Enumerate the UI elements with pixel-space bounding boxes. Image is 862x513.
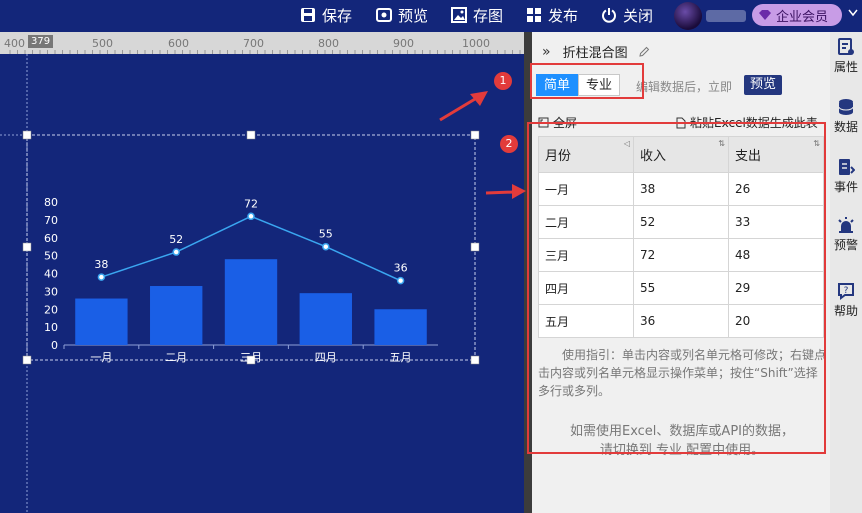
bar: [75, 298, 128, 345]
ruler-mark: 600: [168, 37, 189, 50]
side-item-label: 数据: [833, 120, 858, 134]
x-tick-label: 四月: [315, 351, 337, 364]
membership-label: 企业会员: [776, 9, 829, 25]
y-tick-label: 20: [44, 303, 58, 316]
panel-preview-button[interactable]: 预览: [744, 75, 783, 95]
x-tick-label: 三月: [240, 351, 262, 364]
line-point: [247, 212, 255, 221]
preview-label: 预览: [398, 6, 429, 25]
collapse-icon[interactable]: »: [542, 44, 551, 60]
data-label: 38: [94, 258, 108, 271]
save-label: 保存: [322, 6, 353, 25]
arrow-icon: [439, 91, 488, 122]
annotation-badge: 2: [500, 135, 518, 153]
edit-icon[interactable]: [638, 46, 650, 58]
y-tick-label: 80: [44, 196, 58, 209]
preview-button[interactable]: 预览: [376, 4, 428, 26]
save-icon: [301, 8, 315, 22]
power-icon: [602, 8, 616, 23]
highlight-data-table: [527, 122, 826, 454]
data-label: 36: [394, 262, 408, 275]
username-blurred: [706, 10, 746, 22]
side-item-label: 预警: [833, 238, 858, 252]
ruler-mark: 1000: [462, 37, 490, 50]
side-item-label: 属性: [833, 60, 858, 74]
y-tick-label: 30: [44, 285, 58, 298]
events-icon: [839, 159, 855, 175]
annotation-badge: 1: [494, 72, 512, 90]
ruler-position: 379: [28, 35, 54, 48]
edit-hint: 编辑数据后，立即: [636, 80, 733, 94]
horizontal-ruler: 379 400 500 600 700 800 900 1000: [0, 32, 524, 54]
side-nav: 属性 数据 事件 预警 ? 帮助: [830, 32, 862, 513]
publish-label: 发布: [548, 6, 579, 25]
save-image-button[interactable]: 存图: [451, 4, 503, 26]
y-tick-label: 0: [51, 339, 58, 352]
publish-button[interactable]: 发布: [526, 4, 578, 26]
membership-badge[interactable]: 企业会员: [752, 4, 842, 26]
data-label: 55: [319, 228, 333, 241]
side-item-events[interactable]: 事件: [830, 158, 862, 195]
bar: [299, 293, 352, 345]
side-item-data[interactable]: 数据: [830, 98, 862, 135]
svg-text:?: ?: [844, 286, 849, 296]
y-tick-label: 40: [44, 268, 58, 281]
line-point: [97, 273, 106, 281]
y-tick-label: 10: [44, 321, 58, 334]
preview-icon: [376, 8, 392, 22]
data-label: 72: [244, 197, 258, 210]
line-point: [322, 242, 330, 251]
ruler-mark: 800: [318, 37, 339, 50]
database-icon: [838, 99, 854, 115]
avatar[interactable]: [674, 2, 702, 30]
ruler-mark: 400: [4, 37, 25, 50]
side-item-label: 事件: [833, 180, 858, 194]
chevron-down-icon[interactable]: [848, 9, 858, 17]
image-icon: [451, 7, 467, 23]
alarm-icon: [838, 217, 854, 233]
y-tick-label: 70: [44, 214, 58, 227]
highlight-mode-tabs: [530, 63, 644, 99]
side-item-label: 帮助: [833, 304, 858, 318]
ruler-mark: 500: [92, 37, 113, 50]
x-tick-label: 五月: [390, 351, 412, 364]
panel-header: » 折柱混合图: [542, 42, 650, 61]
save-button[interactable]: 保存: [300, 4, 352, 26]
close-button[interactable]: 关闭: [601, 4, 653, 26]
ruler-mark: 700: [243, 37, 264, 50]
top-toolbar: 保存 预览 存图 发布 关闭 企业会员: [0, 0, 862, 32]
y-tick-label: 50: [44, 250, 58, 263]
x-tick-label: 二月: [165, 351, 187, 364]
side-item-help[interactable]: ? 帮助: [830, 282, 862, 319]
publish-icon: [527, 8, 541, 22]
data-label: 52: [169, 233, 183, 246]
ruler-mark: 900: [393, 37, 414, 50]
close-label: 关闭: [623, 6, 654, 25]
side-item-properties[interactable]: 属性: [830, 38, 862, 75]
x-tick-label: 一月: [90, 351, 112, 364]
bar: [374, 309, 427, 345]
line-point: [396, 276, 405, 285]
bar: [150, 286, 203, 345]
help-icon: ?: [838, 283, 854, 300]
line-point: [172, 248, 180, 256]
diamond-icon: [759, 10, 771, 20]
save-image-label: 存图: [473, 6, 504, 25]
arrow-icon: [485, 184, 526, 199]
bar: [224, 259, 278, 345]
chart-name: 折柱混合图: [562, 46, 628, 61]
side-item-alerts[interactable]: 预警: [830, 216, 862, 253]
properties-icon: [838, 38, 854, 55]
y-tick-label: 60: [44, 232, 58, 245]
